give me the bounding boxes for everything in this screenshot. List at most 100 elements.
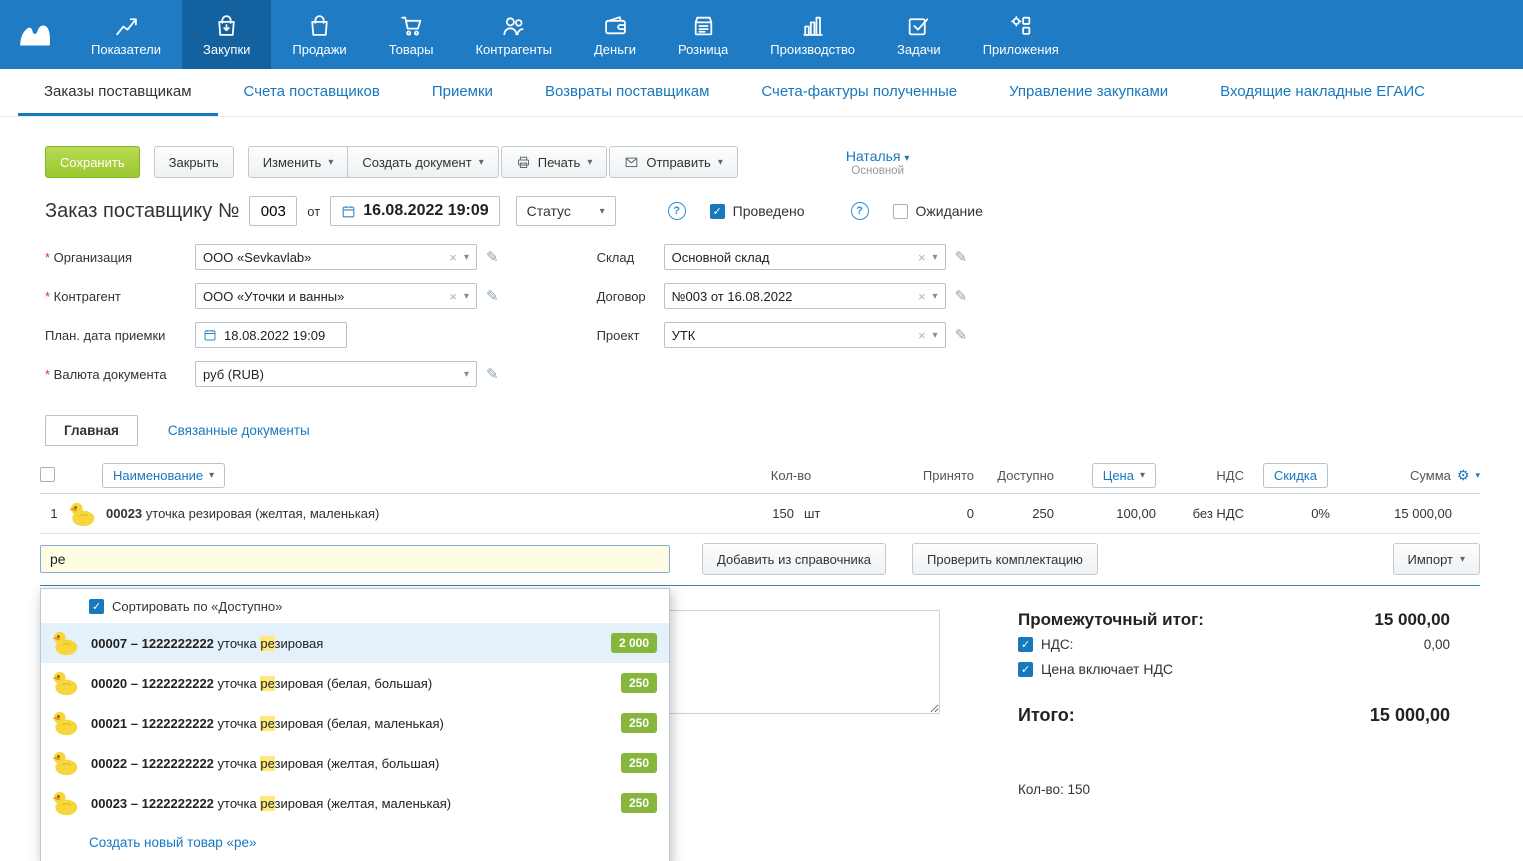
- close-button[interactable]: Закрыть: [154, 146, 234, 178]
- edit-organization-icon[interactable]: ✎: [486, 248, 499, 266]
- tab-main[interactable]: Главная: [45, 415, 138, 446]
- match-highlight: ре: [260, 676, 274, 691]
- posted-checkbox[interactable]: [710, 204, 725, 219]
- column-name-button[interactable]: Наименование▾: [102, 463, 225, 488]
- top-navigation: Показатели Закупки Продажи Товары Контра…: [0, 0, 1523, 69]
- document-form: Организация ООО «Sevkavlab» ×▾ ✎ Контраг…: [45, 244, 1480, 387]
- document-number-input[interactable]: [249, 196, 297, 226]
- contract-field[interactable]: №003 от 16.08.2022 ×▾: [664, 283, 946, 309]
- nav-retail[interactable]: Розница: [657, 0, 749, 69]
- chevron-down-icon[interactable]: ▾: [933, 330, 938, 341]
- edit-warehouse-icon[interactable]: ✎: [955, 248, 968, 266]
- nav-tasks[interactable]: Задачи: [876, 0, 962, 69]
- vat-checkbox[interactable]: [1018, 637, 1033, 652]
- select-all-checkbox[interactable]: [40, 467, 55, 482]
- subnav-received-vat-invoices[interactable]: Счета-фактуры полученные: [735, 69, 983, 116]
- nav-sales[interactable]: Продажи: [271, 0, 367, 69]
- subnav-purchase-management[interactable]: Управление закупками: [983, 69, 1194, 116]
- waiting-help-icon[interactable]: ?: [851, 202, 869, 220]
- waiting-label: Ожидание: [916, 203, 983, 219]
- product-search-input[interactable]: [40, 545, 670, 573]
- match-highlight: ре: [260, 796, 274, 811]
- clear-icon[interactable]: ×: [918, 328, 926, 343]
- row-sum: 15 000,00: [1332, 506, 1480, 521]
- edit-counterparty-icon[interactable]: ✎: [486, 287, 499, 305]
- search-result-item[interactable]: 00007 – 1222222222 уточка резировая 2 00…: [41, 623, 669, 663]
- subnav-supplier-orders[interactable]: Заказы поставщикам: [18, 69, 218, 116]
- tab-linked-documents[interactable]: Связанные документы: [168, 423, 310, 446]
- chevron-down-icon[interactable]: ▾: [933, 291, 938, 302]
- plan-date-field[interactable]: 18.08.2022 19:09: [195, 322, 347, 348]
- subnav-receivings[interactable]: Приемки: [406, 69, 519, 116]
- current-user-menu[interactable]: Наталья ▾ Основной: [846, 148, 910, 177]
- print-button[interactable]: Печать▾: [501, 146, 608, 178]
- warehouse-field[interactable]: Основной склад ×▾: [664, 244, 946, 270]
- clear-icon[interactable]: ×: [449, 250, 457, 265]
- chevron-down-icon[interactable]: ▾: [464, 369, 469, 380]
- search-result-item[interactable]: 00022 – 1222222222 уточка резировая (жел…: [41, 743, 669, 783]
- production-icon: [800, 13, 825, 38]
- row-vat: без НДС: [1160, 506, 1248, 521]
- column-price-button[interactable]: Цена▾: [1092, 463, 1156, 488]
- edit-contract-icon[interactable]: ✎: [955, 287, 968, 305]
- chevron-down-icon[interactable]: ▾: [1475, 470, 1480, 481]
- nav-money[interactable]: Деньги: [573, 0, 657, 69]
- organization-field[interactable]: ООО «Sevkavlab» ×▾: [195, 244, 477, 270]
- chevron-down-icon[interactable]: ▾: [464, 291, 469, 302]
- edit-create-group: Изменить▾ Создать документ▾: [248, 146, 499, 178]
- nav-label: Приложения: [983, 42, 1059, 57]
- nav-label: Производство: [770, 42, 855, 57]
- form-right-column: Склад Основной склад ×▾ ✎ Договор №003 о…: [597, 244, 968, 387]
- counterparty-label: Контрагент: [45, 289, 195, 304]
- row-price[interactable]: 100,00: [1058, 506, 1160, 521]
- product-duck-icon: [51, 629, 79, 657]
- subnav-supplier-invoices[interactable]: Счета поставщиков: [218, 69, 406, 116]
- table-row[interactable]: 1 00023 уточка резировая (желтая, малень…: [40, 494, 1480, 534]
- posted-help-icon[interactable]: ?: [668, 202, 686, 220]
- columns-settings-icon[interactable]: ⚙: [1457, 467, 1470, 484]
- sort-by-available-checkbox[interactable]: [89, 599, 104, 614]
- subnav-egais-incoming[interactable]: Входящие накладные ЕГАИС: [1194, 69, 1451, 116]
- search-result-item[interactable]: 00020 – 1222222222 уточка резировая (бел…: [41, 663, 669, 703]
- column-discount-button[interactable]: Скидка: [1263, 463, 1328, 488]
- product-duck-icon: [51, 789, 79, 817]
- import-button[interactable]: Импорт▾: [1393, 543, 1480, 575]
- row-qty[interactable]: 150: [684, 506, 794, 521]
- check-kit-button[interactable]: Проверить комплектацию: [912, 543, 1098, 575]
- chevron-down-icon[interactable]: ▾: [464, 252, 469, 263]
- nav-purchases[interactable]: Закупки: [182, 0, 271, 69]
- nav-apps[interactable]: Приложения: [962, 0, 1080, 69]
- clear-icon[interactable]: ×: [918, 250, 926, 265]
- document-date-picker[interactable]: 16.08.2022 19:09: [330, 196, 499, 226]
- nav-indicators[interactable]: Показатели: [70, 0, 182, 69]
- price-includes-vat-checkbox[interactable]: [1018, 662, 1033, 677]
- add-from-catalog-button[interactable]: Добавить из справочника: [702, 543, 886, 575]
- save-button[interactable]: Сохранить: [45, 146, 140, 178]
- sort-by-available-row: Сортировать по «Доступно»: [41, 589, 669, 623]
- search-result-item[interactable]: 00021 – 1222222222 уточка резировая (бел…: [41, 703, 669, 743]
- envelope-icon: [624, 155, 639, 170]
- clear-icon[interactable]: ×: [449, 289, 457, 304]
- app-logo[interactable]: [0, 0, 70, 69]
- status-select[interactable]: Статус▾: [516, 196, 616, 226]
- counterparty-field[interactable]: ООО «Уточки и ванны» ×▾: [195, 283, 477, 309]
- row-discount[interactable]: 0%: [1248, 506, 1332, 521]
- edit-currency-icon[interactable]: ✎: [486, 365, 499, 383]
- nav-goods[interactable]: Товары: [368, 0, 455, 69]
- clear-icon[interactable]: ×: [918, 289, 926, 304]
- project-field[interactable]: УТК ×▾: [664, 322, 946, 348]
- column-available: Доступно: [978, 468, 1058, 483]
- create-document-button[interactable]: Создать документ▾: [347, 146, 498, 178]
- search-result-item[interactable]: 00023 – 1222222222 уточка резировая (жел…: [41, 783, 669, 823]
- create-new-product-link[interactable]: Создать новый товар «ре»: [89, 835, 257, 850]
- edit-project-icon[interactable]: ✎: [955, 326, 968, 344]
- nav-contractors[interactable]: Контрагенты: [454, 0, 573, 69]
- nav-production[interactable]: Производство: [749, 0, 876, 69]
- subnav-supplier-returns[interactable]: Возвраты поставщикам: [519, 69, 735, 116]
- plan-date-label: План. дата приемки: [45, 328, 195, 343]
- currency-field[interactable]: руб (RUB) ▾: [195, 361, 477, 387]
- edit-button[interactable]: Изменить▾: [248, 146, 349, 178]
- send-button[interactable]: Отправить▾: [609, 146, 738, 178]
- waiting-checkbox[interactable]: [893, 204, 908, 219]
- chevron-down-icon[interactable]: ▾: [933, 252, 938, 263]
